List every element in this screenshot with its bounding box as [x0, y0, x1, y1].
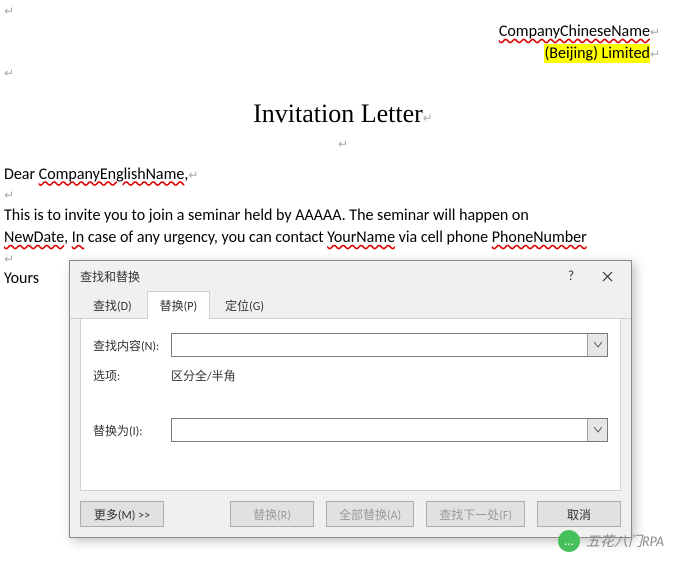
paragraph-mark: ↵	[4, 137, 682, 154]
company-english-name: CompanyEnglishName	[39, 165, 185, 184]
yours-text: Yours	[4, 269, 39, 288]
paragraph-mark: ↵	[423, 111, 433, 125]
tab-find[interactable]: 查找(D)	[80, 291, 145, 319]
paragraph-mark: ↵	[4, 188, 682, 205]
paragraph-mark: ↵	[4, 66, 682, 83]
watermark-text: 五花八门RPA	[586, 531, 664, 551]
options-label: 选项:	[93, 367, 171, 384]
replace-with-input[interactable]	[172, 419, 587, 441]
wechat-icon: …	[558, 530, 580, 552]
close-button[interactable]	[589, 263, 625, 289]
replace-with-label: 替换为(I):	[93, 422, 171, 439]
replace-all-button-label: 全部替换(A)	[339, 506, 401, 523]
more-button-label: 更多(M) >>	[94, 506, 150, 523]
find-replace-dialog: 查找和替换 ? 查找(D) 替换(P) 定位(G) 查找内容(N): 选项: 区…	[69, 260, 632, 538]
tab-find-label: 查找(D)	[93, 300, 132, 314]
find-next-button[interactable]: 查找下一处(F)	[426, 501, 525, 527]
paragraph-mark: ↵	[650, 48, 660, 62]
body-text-1d: via cell phone	[395, 228, 492, 247]
tab-goto-label: 定位(G)	[225, 300, 264, 314]
dear-text: Dear	[4, 165, 39, 184]
replace-with-dropdown[interactable]	[587, 419, 607, 441]
dialog-panel: 查找内容(N): 选项: 区分全/半角 替换为(I):	[80, 319, 621, 491]
replace-button-label: 替换(R)	[253, 506, 291, 523]
phonenumber-placeholder: PhoneNumber	[492, 228, 587, 247]
replace-with-combo	[171, 418, 608, 442]
watermark: … 五花八门RPA	[558, 530, 664, 552]
body-text-1a: This is to invite you to join a seminar …	[4, 206, 529, 225]
tab-goto[interactable]: 定位(G)	[212, 291, 277, 319]
find-what-input[interactable]	[172, 334, 587, 356]
body-text-1b: ,	[64, 228, 72, 247]
company-suffix: (Beijing) Limited	[544, 44, 650, 63]
help-button[interactable]: ?	[553, 263, 589, 289]
replace-all-button[interactable]: 全部替换(A)	[326, 501, 414, 527]
paragraph-mark: ↵	[188, 169, 198, 183]
chevron-down-icon	[594, 342, 602, 348]
dialog-titlebar[interactable]: 查找和替换 ?	[70, 261, 631, 291]
close-icon	[602, 271, 613, 282]
dialog-button-row: 更多(M) >> 替换(R) 全部替换(A) 查找下一处(F) 取消	[70, 491, 631, 537]
options-value: 区分全/半角	[171, 367, 236, 384]
find-next-button-label: 查找下一处(F)	[439, 506, 512, 523]
find-what-combo	[171, 333, 608, 357]
replace-button[interactable]: 替换(R)	[230, 501, 314, 527]
dialog-tabs: 查找(D) 替换(P) 定位(G)	[70, 291, 631, 319]
cancel-button-label: 取消	[567, 506, 591, 523]
tab-replace[interactable]: 替换(P)	[147, 291, 210, 319]
paragraph-mark: ↵	[650, 26, 660, 40]
in-fragment: In	[72, 228, 84, 247]
cancel-button[interactable]: 取消	[537, 501, 621, 527]
newdate-placeholder: NewDate	[4, 228, 64, 247]
page-title: Invitation Letter	[253, 99, 423, 128]
yourname-placeholder: YourName	[327, 228, 395, 247]
company-chinese-name: CompanyChineseName	[499, 22, 650, 41]
find-what-dropdown[interactable]	[587, 334, 607, 356]
more-button[interactable]: 更多(M) >>	[80, 501, 164, 527]
dialog-title: 查找和替换	[80, 268, 553, 285]
chevron-down-icon	[594, 427, 602, 433]
find-what-label: 查找内容(N):	[93, 337, 171, 354]
tab-replace-label: 替换(P)	[160, 300, 197, 314]
paragraph-mark: ↵	[4, 4, 682, 21]
body-text-1c: case of any urgency, you can contact	[84, 228, 327, 247]
